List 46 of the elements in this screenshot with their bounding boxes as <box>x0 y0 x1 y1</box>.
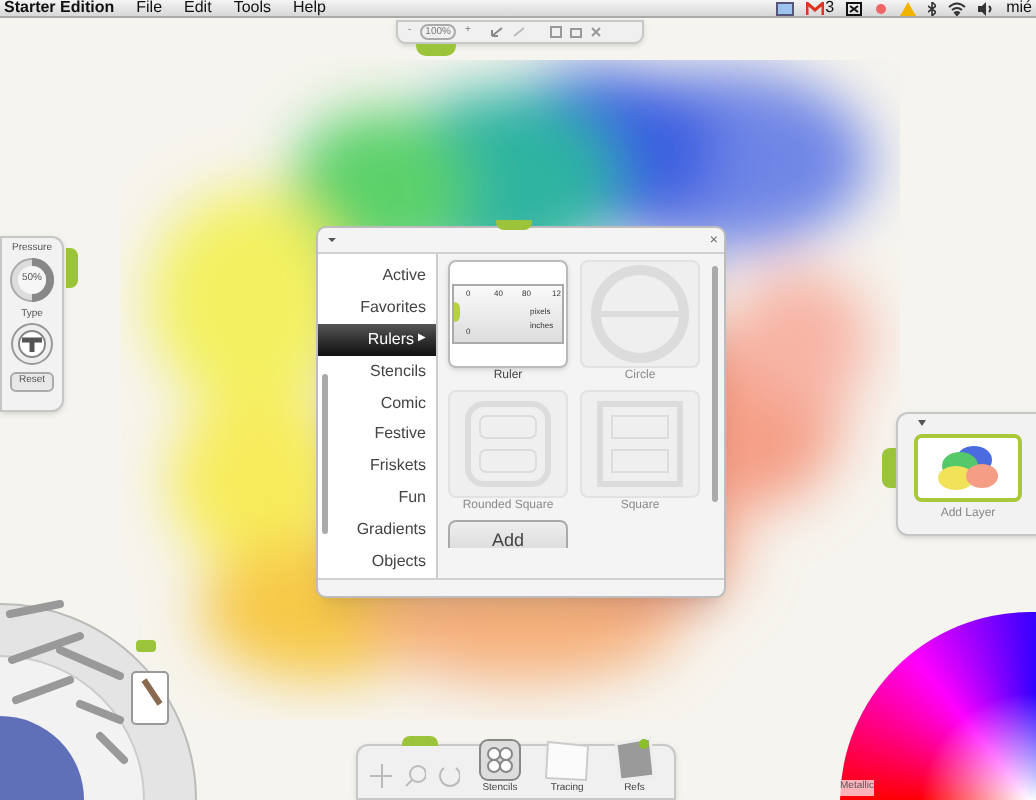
menu-item[interactable]: File <box>136 0 163 20</box>
redo-icon[interactable] <box>512 26 527 38</box>
toolbar-handle[interactable] <box>416 44 456 56</box>
clock[interactable]: mié <box>1006 0 1032 20</box>
category-item[interactable]: Favorites <box>318 291 436 324</box>
wifi-icon[interactable] <box>948 1 967 15</box>
minimize-icon[interactable] <box>550 26 563 38</box>
dropdown-icon[interactable] <box>324 232 340 248</box>
rotate-icon[interactable] <box>438 764 461 788</box>
close-icon[interactable] <box>590 26 603 38</box>
category-item[interactable]: Fun <box>318 482 436 515</box>
maximize-icon[interactable] <box>570 26 583 38</box>
panel-handle[interactable] <box>66 248 78 288</box>
layer-thumbnail[interactable] <box>914 434 1022 502</box>
toolbar-handle[interactable] <box>402 736 438 746</box>
tracing-paper-icon[interactable] <box>543 737 592 781</box>
box-x-icon[interactable] <box>846 1 863 15</box>
pinned-photo-icon[interactable] <box>610 733 659 781</box>
search-icon[interactable] <box>404 764 427 788</box>
undo-icon[interactable] <box>490 26 505 38</box>
add-icon[interactable] <box>370 764 393 788</box>
category-item[interactable]: Stencils <box>318 355 436 388</box>
category-item[interactable]: Objects <box>318 546 436 578</box>
type-dial-icon[interactable] <box>10 322 54 366</box>
panel-handle[interactable] <box>496 220 532 230</box>
scrollbar[interactable] <box>322 374 328 534</box>
menu-item[interactable]: Tools <box>233 0 271 20</box>
mail-icon[interactable] <box>805 1 824 15</box>
category-item[interactable]: Comic <box>318 387 436 420</box>
menu-item[interactable]: Edit <box>184 0 212 20</box>
category-item[interactable]: Festive <box>318 419 436 451</box>
mail-count: 3 <box>825 0 835 20</box>
category-item[interactable]: Gradients <box>318 514 436 547</box>
category-item[interactable]: Active <box>318 260 436 292</box>
warning-icon[interactable] <box>900 1 917 15</box>
speaker-icon[interactable] <box>978 1 995 15</box>
panel-handle[interactable] <box>882 448 896 488</box>
stencils-icon[interactable] <box>477 737 522 781</box>
scrollbar[interactable] <box>712 266 718 502</box>
app-menu[interactable]: Starter Edition <box>4 0 115 20</box>
screen-icon[interactable] <box>775 1 794 15</box>
category-item[interactable]: Friskets <box>318 450 436 483</box>
add-button[interactable]: Add <box>448 520 568 548</box>
dropdown-icon[interactable] <box>914 418 930 430</box>
menu-item[interactable]: Help <box>293 0 326 20</box>
bluetooth-icon[interactable] <box>928 1 937 15</box>
